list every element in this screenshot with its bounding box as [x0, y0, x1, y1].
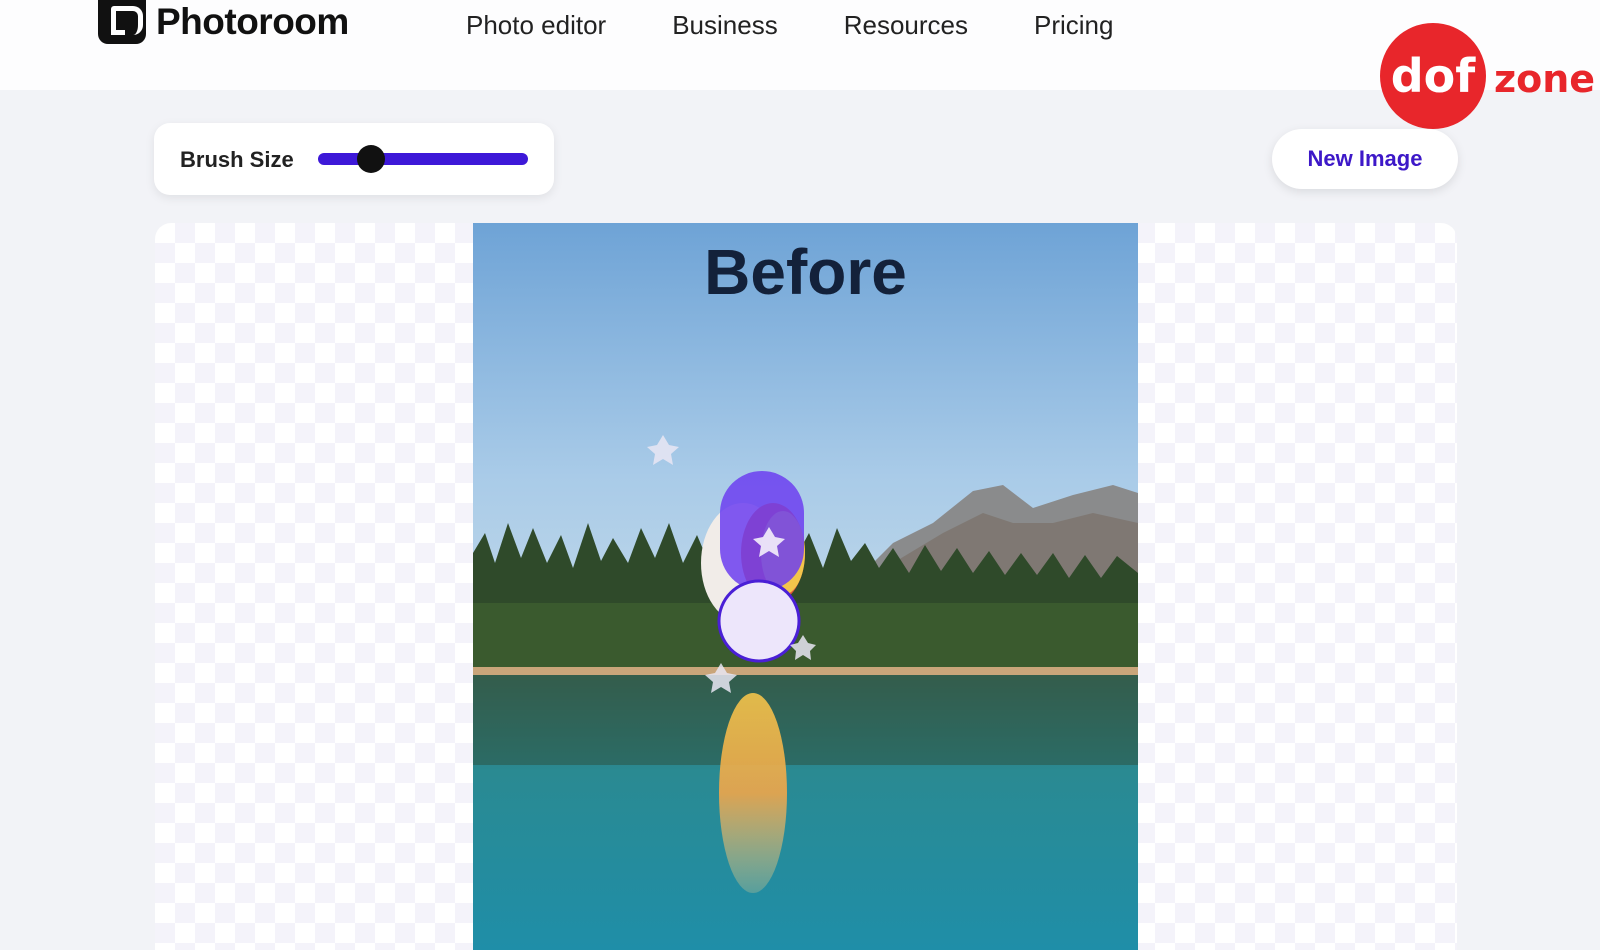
- watermark-circle: dof: [1380, 23, 1486, 129]
- site-header: Photoroom Photo editor Business Resource…: [0, 0, 1600, 90]
- brush-size-slider[interactable]: [318, 145, 528, 173]
- nav-business[interactable]: Business: [672, 10, 778, 41]
- nav-photo-editor[interactable]: Photo editor: [466, 10, 606, 41]
- editor-canvas: Before: [155, 223, 1457, 950]
- brush-size-label: Brush Size: [180, 147, 294, 172]
- watermark-text: zone: [1494, 57, 1596, 101]
- watermark: dof zone: [1380, 23, 1595, 129]
- nav-resources[interactable]: Resources: [844, 10, 968, 41]
- brush-size-panel: Brush Size: [154, 123, 554, 195]
- brush-size-slider-thumb[interactable]: [356, 145, 385, 173]
- photo-preview[interactable]: Before: [473, 223, 1138, 950]
- nav-pricing[interactable]: Pricing: [1034, 10, 1113, 41]
- photoroom-logo-icon: [98, 0, 146, 44]
- brand-name: Photoroom: [156, 1, 349, 42]
- photoroom-logo[interactable]: Photoroom: [98, 0, 349, 44]
- new-image-button[interactable]: New Image: [1272, 129, 1458, 189]
- before-label: Before: [704, 236, 907, 308]
- landscape-photo: [473, 223, 1138, 950]
- main-nav: Photo editor Business Resources Pricing: [466, 10, 1113, 41]
